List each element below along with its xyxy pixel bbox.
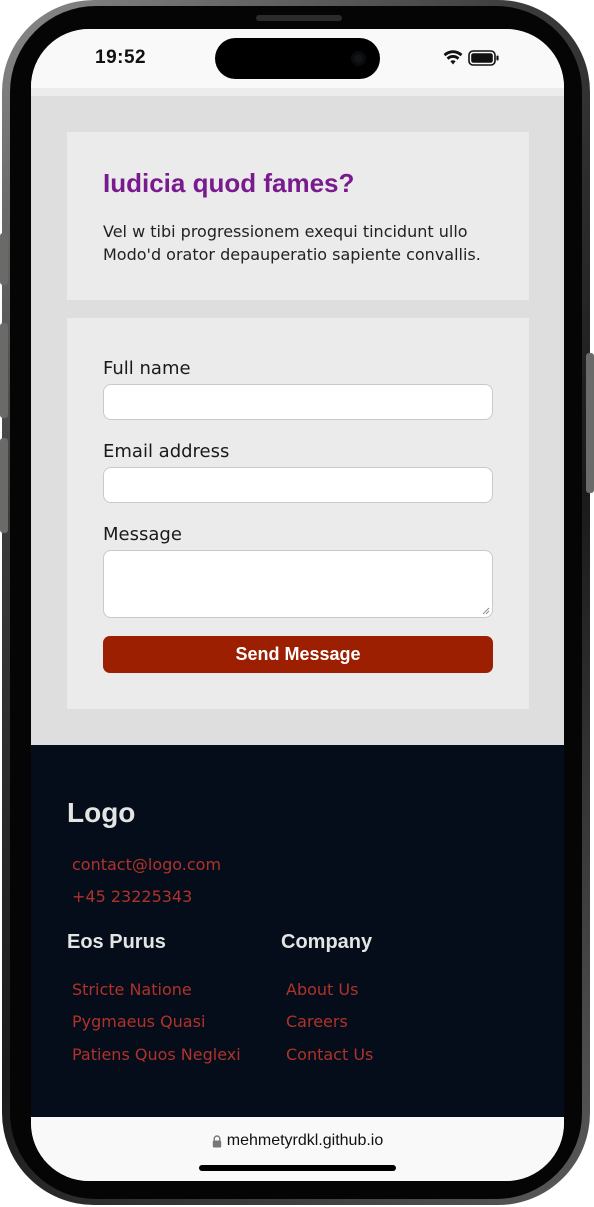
hero-title: Iudicia quod fames?	[103, 168, 355, 198]
home-indicator[interactable]	[199, 1165, 396, 1171]
volume-down-button	[0, 438, 8, 533]
browser-address-bar[interactable]: mehmetyrdkl.github.io	[31, 1117, 564, 1181]
footer-link-pygmaeus-quasi[interactable]: Pygmaeus Quasi	[72, 1012, 205, 1031]
contact-form: Full name Email address Message Send Mes…	[67, 318, 529, 709]
footer-heading-company: Company	[281, 931, 373, 953]
footer-link-careers[interactable]: Careers	[286, 1012, 348, 1031]
earpiece-speaker	[256, 15, 342, 21]
action-button	[0, 233, 8, 285]
battery-icon	[468, 50, 499, 66]
resize-handle-icon[interactable]	[482, 607, 490, 615]
message-label: Message	[103, 524, 182, 545]
footer-link-about-us[interactable]: About Us	[286, 980, 358, 999]
lock-icon	[212, 1134, 221, 1147]
footer-heading-eos-purus: Eos Purus	[67, 931, 166, 953]
email-input[interactable]	[103, 467, 493, 503]
power-button	[586, 353, 594, 493]
footer-link-stricte-natione[interactable]: Stricte Natione	[72, 980, 192, 999]
wifi-icon	[443, 50, 463, 65]
camera-icon	[351, 51, 366, 66]
screen: 19:52 Iudicia quod fames? Vel w tibi pro…	[31, 29, 564, 1181]
dynamic-island	[215, 38, 380, 79]
send-message-button[interactable]: Send Message	[103, 636, 493, 673]
status-bar-divider	[31, 88, 564, 96]
volume-up-button	[0, 323, 8, 418]
footer: Logo contact@logo.com +45 23225343 Eos P…	[31, 745, 564, 1117]
contact-email-link[interactable]: contact@logo.com	[72, 855, 221, 874]
status-bar: 19:52	[31, 29, 564, 88]
full-name-input[interactable]	[103, 384, 493, 420]
hero-description: Vel w tibi progressionem exequi tincidun…	[103, 222, 481, 264]
footer-link-contact-us[interactable]: Contact Us	[286, 1045, 373, 1064]
contact-phone-link[interactable]: +45 23225343	[72, 887, 192, 906]
email-label: Email address	[103, 441, 230, 462]
url-text: mehmetyrdkl.github.io	[226, 1132, 384, 1149]
url-display[interactable]: mehmetyrdkl.github.io	[31, 1132, 564, 1150]
full-name-label: Full name	[103, 358, 191, 379]
footer-logo: Logo	[67, 797, 136, 828]
status-time: 19:52	[95, 47, 147, 68]
hero-card: Iudicia quod fames? Vel w tibi progressi…	[67, 132, 529, 300]
footer-link-patiens-quos-neglexi[interactable]: Patiens Quos Neglexi	[72, 1045, 241, 1064]
message-textarea[interactable]	[103, 550, 493, 618]
